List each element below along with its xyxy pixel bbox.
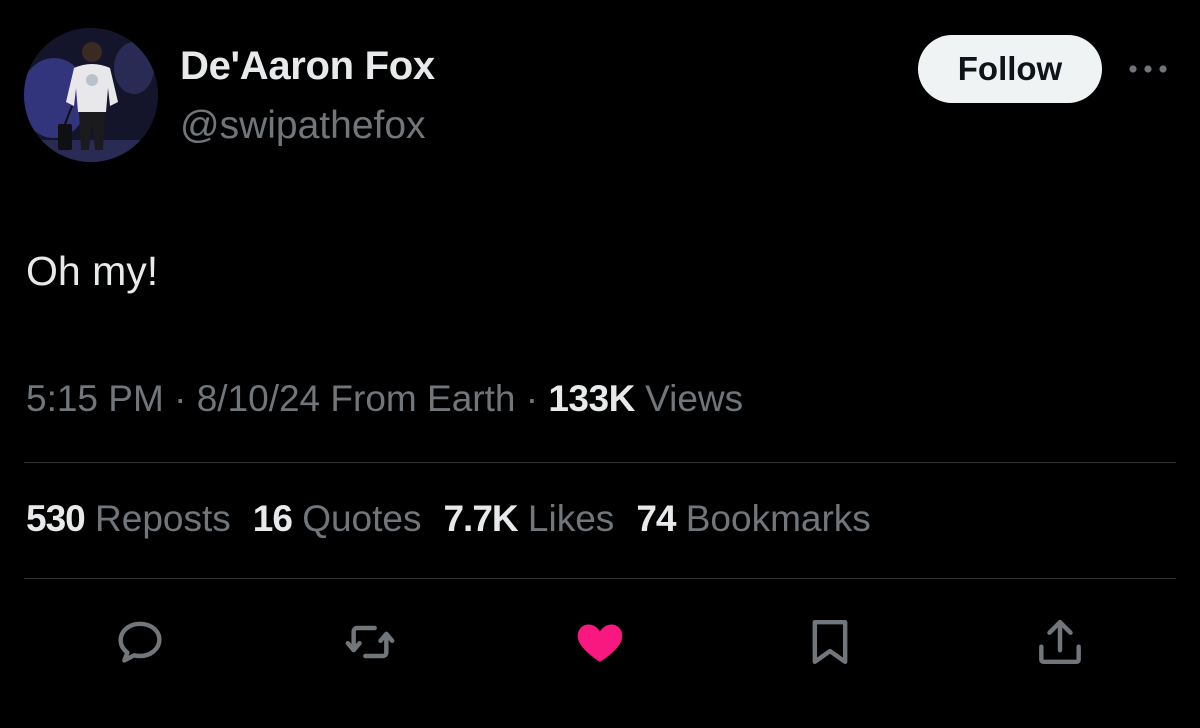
divider [24, 578, 1176, 579]
more-dots-icon [1129, 65, 1167, 73]
profile-photo-icon [24, 28, 158, 162]
likes-count: 7.7K [443, 498, 518, 539]
reposts-label: Reposts [95, 498, 231, 539]
bookmark-button[interactable] [802, 614, 858, 670]
like-button[interactable] [572, 614, 628, 670]
bookmarks-label: Bookmarks [685, 498, 871, 539]
reply-icon [118, 621, 162, 663]
tweet-text: Oh my! [26, 248, 159, 294]
views-stat[interactable]: 133K Views [548, 378, 743, 419]
like-icon [577, 624, 623, 662]
tweet-meta: 5:15 PM · 8/10/24 From Earth · 133K View… [26, 378, 743, 420]
reposts-count: 530 [26, 498, 86, 539]
meta-separator: · [525, 378, 539, 419]
views-count: 133K [548, 378, 635, 419]
tweet-date[interactable]: 8/10/24 [197, 378, 320, 419]
engagement-stats: 530 Reposts 16 Quotes 7.7K Likes 74 Bookmar… [26, 498, 893, 540]
tweet-detail: De'Aaron Fox @swipathefox Follow Oh my! … [0, 0, 1200, 728]
follow-button[interactable]: Follow [918, 35, 1102, 103]
likes-label: Likes [527, 498, 615, 539]
avatar[interactable] [24, 28, 158, 162]
reposts-stat[interactable]: 530 Reposts [26, 498, 231, 539]
divider [24, 462, 1176, 463]
bookmark-icon [812, 619, 848, 665]
display-name[interactable]: De'Aaron Fox [180, 44, 435, 89]
quotes-label: Quotes [302, 498, 422, 539]
reply-button[interactable] [112, 614, 168, 670]
meta-separator: · [174, 378, 187, 419]
views-label: Views [645, 378, 744, 419]
quotes-count: 16 [252, 498, 293, 539]
repost-icon [345, 625, 395, 659]
repost-button[interactable] [342, 614, 398, 670]
quotes-stat[interactable]: 16 Quotes [253, 498, 422, 539]
share-button[interactable] [1032, 614, 1088, 670]
tweet-time[interactable]: 5:15 PM [26, 378, 164, 419]
likes-stat[interactable]: 7.7K Likes [443, 498, 614, 539]
user-handle[interactable]: @swipathefox [180, 104, 426, 148]
share-icon [1039, 619, 1081, 665]
more-options-button[interactable] [1126, 54, 1170, 84]
bookmarks-count: 74 [636, 498, 676, 539]
tweet-source: From Earth [330, 378, 516, 419]
bookmarks-stat[interactable]: 74 Bookmarks [636, 498, 871, 539]
